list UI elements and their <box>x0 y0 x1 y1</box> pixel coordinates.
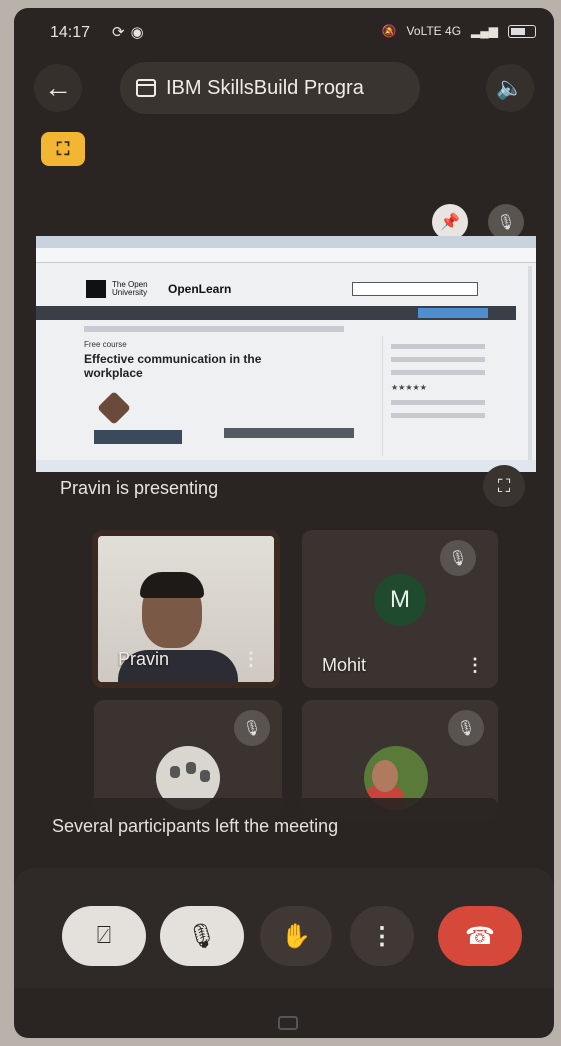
battery-icon <box>508 24 536 38</box>
shared-scrollbar <box>528 266 532 466</box>
camera-off-icon: ⍁ <box>96 922 112 949</box>
meeting-header: ← IBM SkillsBuild Progra 🔈 <box>14 60 554 116</box>
calendar-icon <box>136 79 156 97</box>
speaker-icon: 🔈 <box>496 75 524 100</box>
presenting-label: Pravin is presenting <box>60 478 219 498</box>
door-icon: ⛶ <box>56 138 70 159</box>
phone-screen: 14:17 ⟳◉ 🔕 VoLTE 4G ▂▄▆ ← IBM SkillsBuil… <box>14 8 554 1038</box>
meeting-toast: Several participants left the meeting <box>28 798 498 854</box>
notification-icons: ⟳◉ <box>112 24 150 41</box>
more-vertical-icon[interactable]: ⋮ <box>466 655 484 676</box>
participant-name: Mohit <box>322 655 367 675</box>
shared-nav-button <box>418 308 488 318</box>
network-label: VoLTE 4G <box>406 24 462 38</box>
signal-icon: ▂▄▆ <box>471 24 498 38</box>
status-right: 🔕 VoLTE 4G ▂▄▆ <box>382 24 536 38</box>
call-controls: ⍁ 🎙 ✋ ⋮ ☎ <box>14 868 554 988</box>
participant-tile-pravin[interactable]: Pravin ⋮ <box>92 530 280 688</box>
shared-taskbar <box>36 460 536 472</box>
status-bar: 14:17 ⟳◉ 🔕 VoLTE 4G ▂▄▆ <box>14 22 554 46</box>
shared-popup <box>224 428 354 438</box>
raise-hand-icon: ✋ <box>281 922 311 950</box>
shared-screen[interactable]: The Open University OpenLearn Free cours… <box>36 236 536 472</box>
mic-off-icon: 🎙 <box>234 710 270 746</box>
ou-logo-mark <box>86 280 106 298</box>
participant-tile-mohit[interactable]: 🎙 M Mohit ⋮ <box>302 530 498 688</box>
free-course-label: Free course <box>84 340 127 349</box>
companion-app-icon[interactable]: ⛶ <box>41 132 85 166</box>
end-call-button[interactable]: ☎ <box>438 906 522 966</box>
fullscreen-icon: ⛶ <box>497 475 511 496</box>
participant-name: Pravin <box>118 649 170 669</box>
pin-button[interactable]: 📌 <box>432 204 468 240</box>
presenter-muted-indicator: 🎙 <box>488 204 524 240</box>
arrow-left-icon: ← <box>44 72 72 103</box>
mic-toggle-button[interactable]: 🎙 <box>160 906 244 966</box>
course-sidebar: ★★★★★ <box>382 336 493 456</box>
shared-browser-urlbar <box>36 248 536 263</box>
openlearn-logo: The Open University OpenLearn <box>86 280 231 298</box>
mic-off-icon: 🎙 <box>448 710 484 746</box>
shared-search-box <box>352 282 478 296</box>
back-button[interactable]: ← <box>34 64 82 112</box>
mic-off-icon: 🎙 <box>440 540 476 576</box>
badge-icon <box>97 391 131 425</box>
speaker-button[interactable]: 🔈 <box>486 64 534 112</box>
nav-recents-icon[interactable] <box>278 1016 298 1030</box>
more-options-button[interactable]: ⋮ <box>350 906 414 966</box>
ou-name: The Open University <box>112 280 148 297</box>
avatar: M <box>374 574 426 626</box>
mic-off-icon: 🎙 <box>496 214 516 231</box>
camera-toggle-button[interactable]: ⍁ <box>62 906 146 966</box>
pin-icon: 📌 <box>440 214 460 231</box>
course-title: Effective communication in the workplace <box>84 352 262 380</box>
openlearn-brand: OpenLearn <box>168 282 232 296</box>
meeting-title-button[interactable]: IBM SkillsBuild Progra <box>120 62 420 114</box>
fullscreen-button[interactable]: ⛶ <box>483 465 525 507</box>
shared-breadcrumb <box>84 326 344 332</box>
more-vertical-icon[interactable]: ⋮ <box>242 649 260 670</box>
more-vertical-icon: ⋮ <box>370 922 394 950</box>
raise-hand-button[interactable]: ✋ <box>260 906 332 966</box>
end-call-icon: ☎ <box>465 922 495 950</box>
enroll-button <box>94 430 182 444</box>
course-rating: ★★★★★ <box>391 383 427 392</box>
meeting-title: IBM SkillsBuild Progra <box>166 76 364 99</box>
mute-icon: 🔕 <box>381 24 397 38</box>
status-time: 14:17 <box>50 24 91 41</box>
shared-browser-tabs <box>36 236 536 248</box>
mic-off-icon: 🎙 <box>186 922 218 950</box>
